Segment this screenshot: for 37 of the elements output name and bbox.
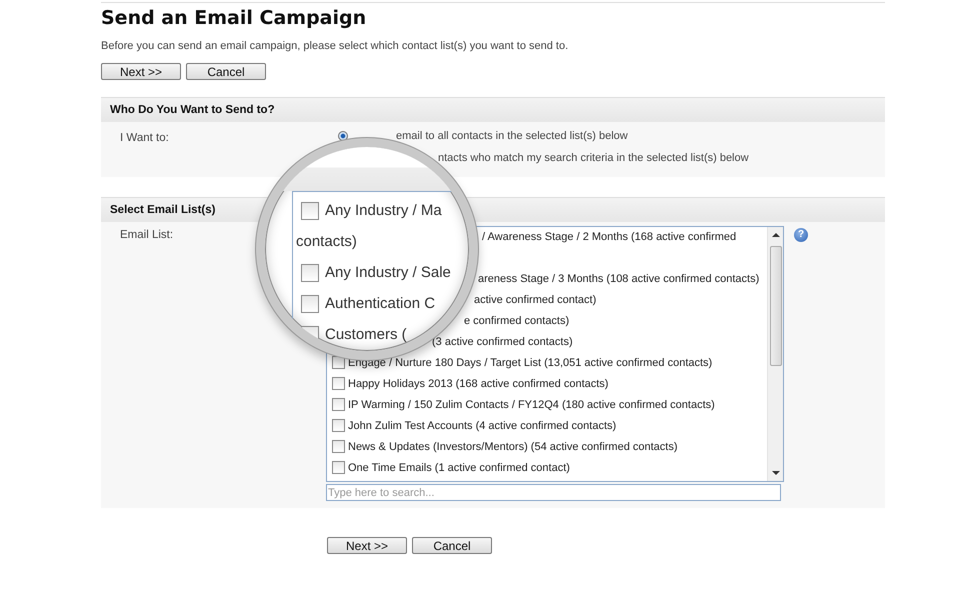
section-title: Select Email List(s) (110, 204, 216, 216)
list-item-label: areness Stage / 3 Months (108 active confirmed contacts) (478, 272, 760, 284)
field-label: I Want to: (120, 131, 170, 146)
scroll-up-icon[interactable] (772, 232, 780, 238)
list-item-label: News & Updates (Investors/Mentors) (54 active confirmed contacts) (348, 440, 678, 452)
checkbox[interactable] (332, 419, 345, 432)
checkbox[interactable] (332, 356, 345, 369)
magnified-item-label: Customers ( (325, 326, 407, 343)
list-item-label: e confirmed contacts) (464, 314, 570, 326)
checkbox[interactable] (332, 398, 345, 411)
next-button[interactable]: Next >> (327, 537, 407, 554)
list-item-label: John Zulim Test Accounts (4 active confirmed contacts) (348, 420, 616, 432)
section-title: Who Do You Want to Send to? (110, 104, 275, 116)
magnified-item-label: contacts) (296, 233, 357, 250)
list-item-label: IP Warming / 150 Zulim Contacts / FY12Q4 (180 active confirmed contacts) (348, 398, 715, 410)
magnified-item-label: Any Industry / Sale (325, 264, 451, 281)
checkbox[interactable] (332, 461, 345, 474)
list-item-label: Happy Holidays 2013 (168 active confirmed contacts) (348, 378, 608, 390)
next-button[interactable]: Next >> (101, 63, 181, 80)
checkbox[interactable] (332, 440, 345, 453)
search-field[interactable]: Type here to search... (326, 484, 781, 501)
page-title: Send an Email Campaign (101, 7, 368, 29)
checkbox[interactable] (332, 377, 345, 390)
magnified-item-label: Any Industry / Ma (325, 202, 442, 219)
scroll-down-icon[interactable] (772, 470, 780, 476)
page-description: Before you can send an email campaign, please select which contact list(s) you want to send to. (101, 40, 570, 52)
list-item-label: / Awareness Stage / 2 Months (168 active confirmed (482, 231, 736, 243)
scrollbar-thumb[interactable] (770, 246, 782, 366)
cancel-button[interactable]: Cancel (412, 537, 492, 554)
cancel-button[interactable]: Cancel (186, 63, 266, 80)
magnified-item-label: Authentication C (325, 295, 436, 312)
option-label: ntacts who match my search criteria in the selected list(s) below (438, 152, 749, 164)
scrollbar[interactable] (767, 227, 783, 481)
radio-button[interactable] (338, 131, 348, 141)
option-label: email to all contacts in the selected list(s) below (396, 130, 628, 142)
list-item-label: One Time Emails (1 active confirmed contact) (348, 462, 570, 474)
list-item-label: active confirmed contact) (474, 294, 596, 306)
